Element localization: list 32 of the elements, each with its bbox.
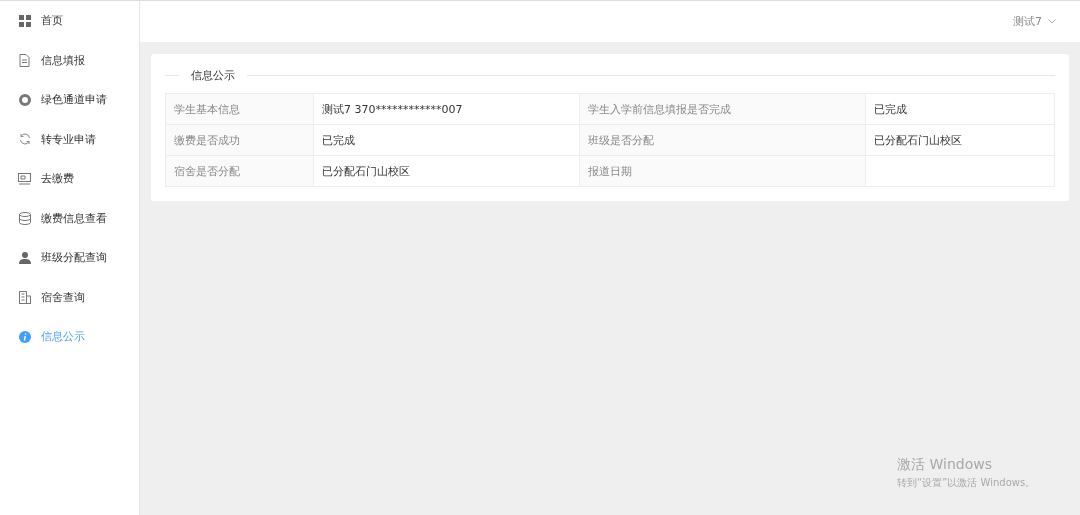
activation-title: 激活 Windows (897, 456, 993, 474)
refresh-icon (18, 133, 31, 146)
label-cell: 学生入学前信息填报是否完成 (579, 93, 866, 125)
ring-icon (18, 93, 31, 106)
sidebar-item[interactable]: 转专业申请 (0, 119, 139, 159)
sidebar-item[interactable]: 班级分配查询 (0, 238, 139, 278)
label-cell: 学生基本信息 (165, 93, 314, 125)
document-icon (19, 53, 30, 67)
label-cell: 宿舍是否分配 (165, 155, 314, 187)
value-cell: 已完成 (313, 124, 580, 156)
sidebar-item[interactable]: 首页 (0, 1, 139, 41)
sidebar-item[interactable]: 宿舍查询 (0, 277, 139, 317)
sidebar-item[interactable]: 缴费信息查看 (0, 198, 139, 238)
user-menu[interactable]: 测试7 (1013, 14, 1056, 29)
section-title: 信息公示 (191, 68, 235, 83)
sidebar-item[interactable]: 信息填报 (0, 40, 139, 80)
sidebar-item[interactable]: 去缴费 (0, 159, 139, 199)
value-cell: 已分配石门山校区 (313, 155, 580, 187)
label-cell: 班级是否分配 (579, 124, 866, 156)
value-cell: 已完成 (865, 93, 1055, 125)
label-cell: 缴费是否成功 (165, 124, 314, 156)
value-cell: 已分配石门山校区 (865, 124, 1055, 156)
user-icon (18, 251, 31, 264)
caret-icon (1048, 19, 1056, 24)
grid-icon (18, 14, 31, 27)
label-cell: 报道日期 (579, 155, 866, 187)
value-cell: 测试7 370************007 (313, 93, 580, 125)
building-icon (18, 290, 31, 304)
monitor-icon (18, 172, 31, 185)
sidebar-item[interactable]: 绿色通道申请 (0, 80, 139, 120)
database-icon (18, 211, 31, 225)
info-icon (18, 330, 31, 343)
